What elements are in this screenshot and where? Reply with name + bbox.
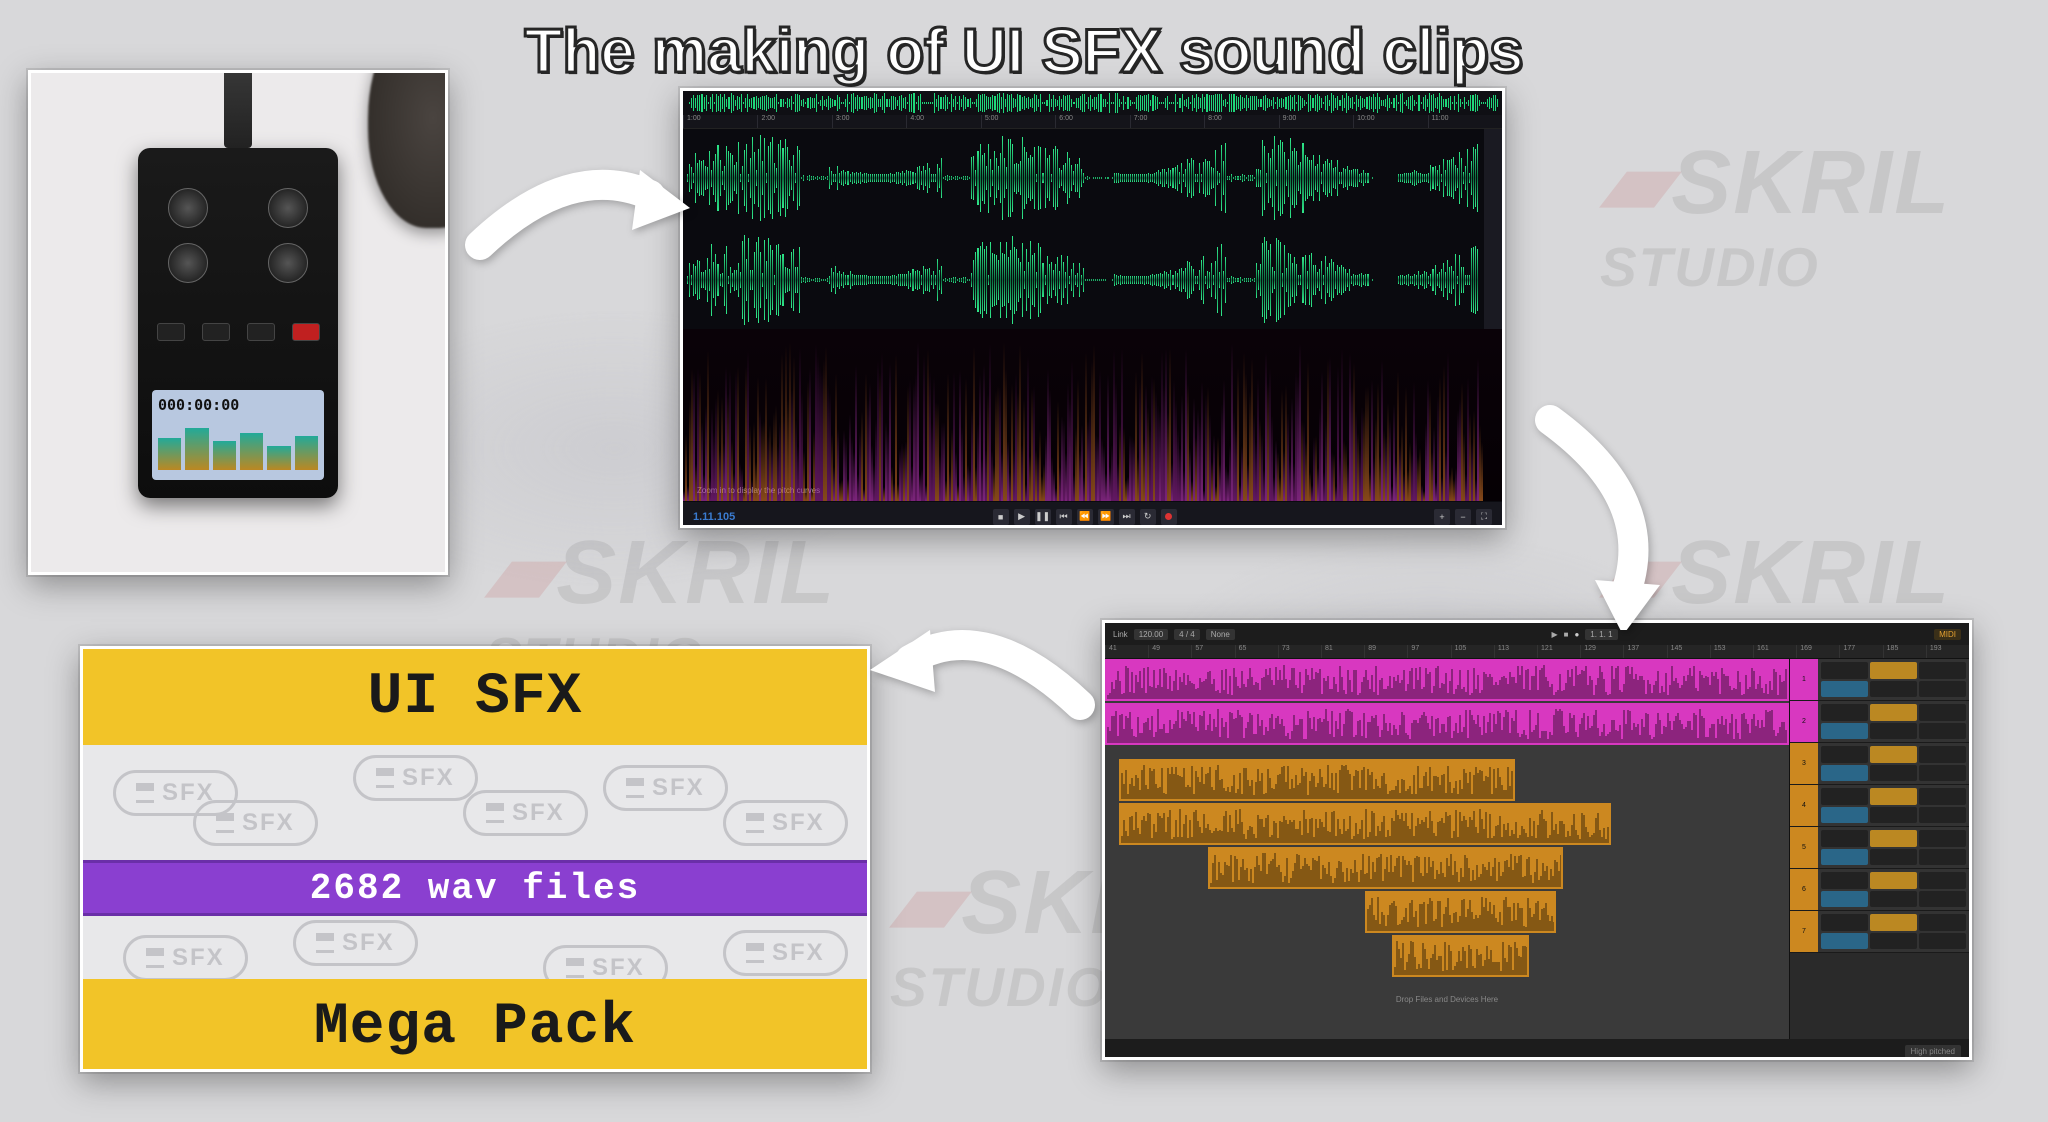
sfx-badge: SFX (293, 920, 418, 966)
sfx-badge: SFX (723, 930, 848, 976)
recorder-timecode: 000:00:00 (158, 396, 318, 414)
product-card: UI SFX 2682 wav files SFXSFXSFXSFXSFXSFX… (80, 646, 870, 1072)
waveform-overview[interactable] (683, 91, 1502, 115)
sfx-badge: SFX (603, 765, 728, 811)
zoom-out-button[interactable]: − (1455, 509, 1471, 525)
sfx-badge: SFX (193, 800, 318, 846)
mixer-strip[interactable]: 6 (1790, 869, 1969, 911)
product-footer: Mega Pack (83, 979, 867, 1072)
daw-arrangement[interactable]: Drop Files and Devices Here (1105, 659, 1789, 1039)
sfx-badge: SFX (723, 800, 848, 846)
daw-clip[interactable] (1365, 891, 1557, 933)
daw-clip[interactable] (1105, 703, 1789, 745)
daw-clip[interactable] (1392, 935, 1529, 977)
mixer-strip[interactable]: 1 (1790, 659, 1969, 701)
daw-footer: High pitched (1105, 1039, 1969, 1060)
sfx-badge: SFX (463, 790, 588, 836)
zoom-fit-button[interactable]: ⛶ (1476, 509, 1492, 525)
time-ruler[interactable]: 1:002:003:004:005:006:007:008:009:0010:0… (683, 115, 1502, 129)
product-header: UI SFX (83, 649, 867, 745)
daw-time-ruler[interactable]: 4149576573818997105113121129137145153161… (1105, 645, 1969, 659)
audio-editor-panel: 1:002:003:004:005:006:007:008:009:0010:0… (680, 88, 1505, 528)
zoom-in-button[interactable]: + (1434, 509, 1450, 525)
record-button[interactable] (1161, 509, 1177, 525)
next-button[interactable]: ⏭ (1119, 509, 1135, 525)
link-button[interactable]: Link (1113, 630, 1128, 639)
mixer-strip[interactable]: 4 (1790, 785, 1969, 827)
sfx-badge: SFX (123, 935, 248, 979)
stop-button[interactable]: ■ (993, 509, 1009, 525)
rewind-button[interactable]: ⏪ (1077, 509, 1093, 525)
daw-record-button[interactable]: ● (1574, 630, 1579, 639)
recorder-photo-panel: 000:00:00 (28, 70, 448, 575)
transport-controls: ■ ▶ ❚❚ ⏮ ⏪ ⏩ ⏭ ↻ (993, 509, 1177, 525)
amplitude-ruler (1484, 129, 1502, 329)
daw-track-mixer: 1234567 (1789, 659, 1969, 1039)
status-field[interactable]: None (1206, 629, 1235, 640)
midi-indicator[interactable]: MIDI (1934, 629, 1961, 640)
daw-stop-button[interactable]: ■ (1564, 630, 1569, 639)
tempo-field[interactable]: 120.00 (1134, 629, 1168, 640)
daw-panel: Link 120.00 4 / 4 None ▶ ■ ● 1. 1. 1 MID… (1102, 620, 1972, 1060)
sfx-badge: SFX (543, 945, 668, 979)
daw-toolbar: Link 120.00 4 / 4 None ▶ ■ ● 1. 1. 1 MID… (1105, 623, 1969, 645)
daw-footer-label[interactable]: High pitched (1905, 1045, 1961, 1058)
daw-clip[interactable] (1208, 847, 1564, 889)
recorder-screen: 000:00:00 (152, 390, 324, 480)
field-recorder: 000:00:00 (138, 148, 338, 498)
mixer-strip[interactable]: 7 (1790, 911, 1969, 953)
pause-button[interactable]: ❚❚ (1035, 509, 1051, 525)
mixer-strip[interactable]: 2 (1790, 701, 1969, 743)
timesig-field[interactable]: 4 / 4 (1174, 629, 1200, 640)
product-body: 2682 wav files SFXSFXSFXSFXSFXSFXSFXSFXS… (83, 745, 867, 979)
prev-button[interactable]: ⏮ (1056, 509, 1072, 525)
daw-clip[interactable] (1119, 803, 1611, 845)
daw-clip[interactable] (1105, 659, 1789, 701)
waveform-display[interactable] (683, 129, 1502, 329)
forward-button[interactable]: ⏩ (1098, 509, 1114, 525)
loop-button[interactable]: ↻ (1140, 509, 1156, 525)
playhead-timecode: 1.11.105 (693, 511, 735, 523)
mic-windscreen (368, 70, 448, 228)
daw-play-button[interactable]: ▶ (1551, 630, 1557, 639)
drop-hint: Drop Files and Devices Here (1396, 995, 1498, 1004)
editor-footer: 1.11.105 ■ ▶ ❚❚ ⏮ ⏪ ⏩ ⏭ ↻ + − ⛶ (683, 501, 1502, 528)
daw-clip[interactable] (1119, 759, 1516, 801)
spectrogram-display[interactable]: Zoom in to display the pitch curves (683, 329, 1502, 501)
sfx-badge: SFX (353, 755, 478, 801)
product-file-count: 2682 wav files (83, 860, 867, 916)
mixer-strip[interactable]: 3 (1790, 743, 1969, 785)
shotgun-mic (224, 70, 252, 148)
play-button[interactable]: ▶ (1014, 509, 1030, 525)
product-subtitle: Mega Pack (314, 995, 636, 1060)
mixer-strip[interactable]: 5 (1790, 827, 1969, 869)
bar-position-field[interactable]: 1. 1. 1 (1585, 629, 1617, 640)
view-tools: + − ⛶ (1434, 509, 1492, 525)
product-title: UI SFX (368, 665, 583, 730)
